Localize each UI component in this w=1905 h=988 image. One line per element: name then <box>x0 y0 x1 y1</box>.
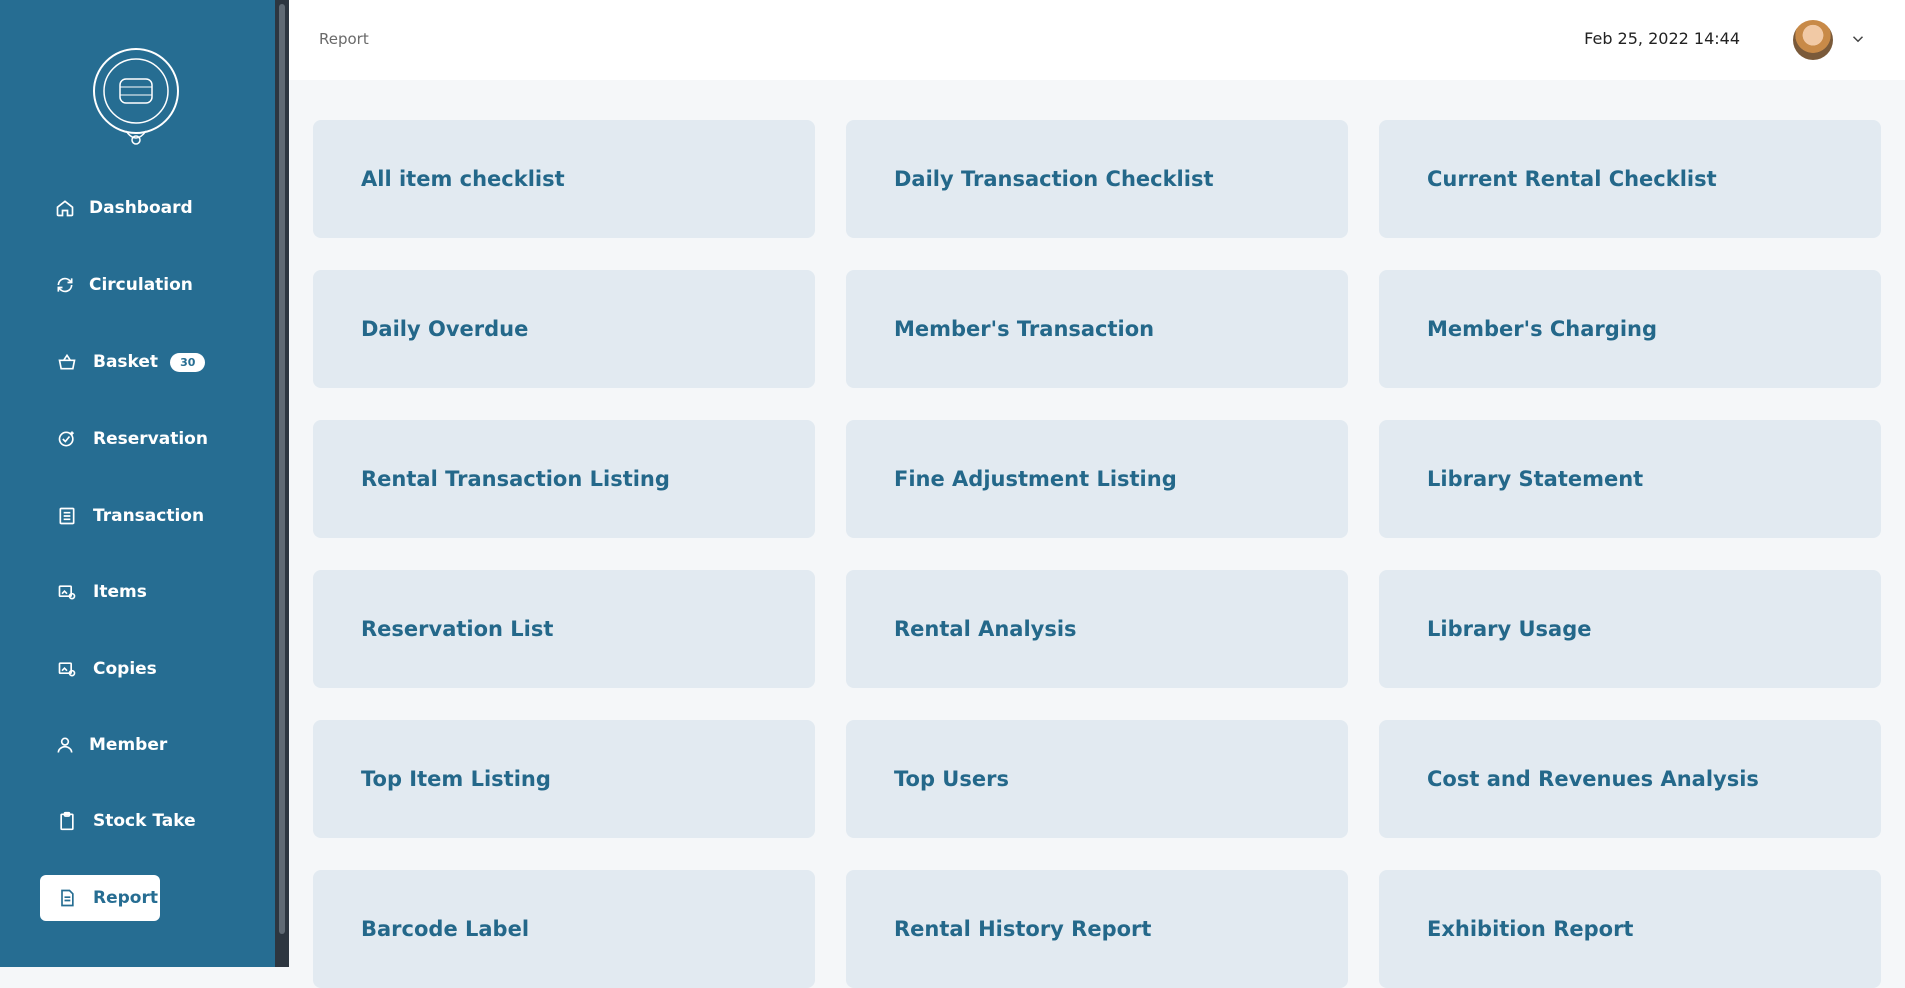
report-card-title: Rental Analysis <box>894 617 1077 641</box>
sidebar-item-copies[interactable]: Copies <box>40 646 160 692</box>
sidebar-item-stock-take[interactable]: Stock Take <box>40 798 210 844</box>
sidebar-item-basket[interactable]: Basket 30 <box>40 339 240 385</box>
chevron-down-icon[interactable] <box>1849 30 1867 48</box>
report-card-members-charging[interactable]: Member's Charging <box>1379 270 1881 388</box>
reservation-icon <box>55 427 79 451</box>
report-card-reservation-list[interactable]: Reservation List <box>313 570 815 688</box>
refresh-icon <box>55 273 75 297</box>
report-card-title: Cost and Revenues Analysis <box>1427 767 1759 791</box>
clipboard-icon <box>55 809 79 833</box>
report-card-library-usage[interactable]: Library Usage <box>1379 570 1881 688</box>
report-card-exhibition-report[interactable]: Exhibition Report <box>1379 870 1881 988</box>
club-logo <box>90 45 182 151</box>
report-card-title: Rental Transaction Listing <box>361 467 670 491</box>
report-card-rental-transaction-listing[interactable]: Rental Transaction Listing <box>313 420 815 538</box>
basket-count-badge: 30 <box>170 352 206 372</box>
report-card-top-item-listing[interactable]: Top Item Listing <box>313 720 815 838</box>
report-card-title: Library Usage <box>1427 617 1592 641</box>
report-card-cost-and-revenues-analysis[interactable]: Cost and Revenues Analysis <box>1379 720 1881 838</box>
sidebar-item-label: Dashboard <box>89 198 193 218</box>
basket-icon <box>55 350 79 374</box>
report-card-title: Member's Charging <box>1427 317 1657 341</box>
report-card-title: Top Users <box>894 767 1009 791</box>
report-card-fine-adjustment-listing[interactable]: Fine Adjustment Listing <box>846 420 1348 538</box>
sidebar-item-member[interactable]: Member <box>40 722 167 768</box>
report-card-title: Exhibition Report <box>1427 917 1634 941</box>
home-icon <box>55 196 75 220</box>
report-card-top-users[interactable]: Top Users <box>846 720 1348 838</box>
document-icon <box>55 886 79 910</box>
report-card-title: Library Statement <box>1427 467 1644 491</box>
list-icon <box>55 504 79 528</box>
sidebar-item-dashboard[interactable]: Dashboard <box>40 185 193 231</box>
sidebar-item-label: Stock Take <box>93 811 196 831</box>
report-card-library-statement[interactable]: Library Statement <box>1379 420 1881 538</box>
report-card-title: Barcode Label <box>361 917 530 941</box>
report-card-title: Fine Adjustment Listing <box>894 467 1177 491</box>
sidebar: Dashboard Circulation Basket 30 Reservat… <box>0 0 275 967</box>
report-grid: All item checklist Daily Transaction Che… <box>313 120 1881 988</box>
report-card-all-item-checklist[interactable]: All item checklist <box>313 120 815 238</box>
report-card-title: Daily Transaction Checklist <box>894 167 1214 191</box>
sidebar-item-label: Report <box>93 888 158 908</box>
report-card-current-rental-checklist[interactable]: Current Rental Checklist <box>1379 120 1881 238</box>
current-datetime: Feb 25, 2022 14:44 <box>1584 29 1740 48</box>
avatar[interactable] <box>1793 20 1833 60</box>
report-card-title: Member's Transaction <box>894 317 1155 341</box>
sidebar-item-circulation[interactable]: Circulation <box>40 262 193 308</box>
sidebar-item-label: Copies <box>93 659 157 679</box>
sidebar-item-label: Items <box>93 582 147 602</box>
sidebar-item-label: Circulation <box>89 275 193 295</box>
sidebar-item-items[interactable]: Items <box>40 569 160 615</box>
report-card-title: Current Rental Checklist <box>1427 167 1717 191</box>
top-header: Report Feb 25, 2022 14:44 <box>289 0 1905 80</box>
report-card-members-transaction[interactable]: Member's Transaction <box>846 270 1348 388</box>
sidebar-item-label: Reservation <box>93 429 208 449</box>
report-card-rental-history-report[interactable]: Rental History Report <box>846 870 1348 988</box>
report-card-title: Reservation List <box>361 617 554 641</box>
user-icon <box>55 733 75 757</box>
copies-settings-icon <box>55 657 79 681</box>
sidebar-item-report[interactable]: Report <box>40 875 160 921</box>
items-settings-icon <box>55 580 79 604</box>
sidebar-item-label: Transaction <box>93 506 205 526</box>
report-card-barcode-label[interactable]: Barcode Label <box>313 870 815 988</box>
report-card-title: Rental History Report <box>894 917 1152 941</box>
sidebar-item-label: Basket <box>93 352 159 372</box>
report-card-title: All item checklist <box>361 167 565 191</box>
report-card-daily-overdue[interactable]: Daily Overdue <box>313 270 815 388</box>
report-card-title: Daily Overdue <box>361 317 529 341</box>
sidebar-scrollbar-thumb[interactable] <box>279 4 285 934</box>
sidebar-item-reservation[interactable]: Reservation <box>40 416 210 462</box>
report-card-title: Top Item Listing <box>361 767 551 791</box>
sidebar-item-transaction[interactable]: Transaction <box>40 493 210 539</box>
sidebar-item-label: Member <box>89 735 168 755</box>
breadcrumb: Report <box>319 30 369 48</box>
report-card-daily-transaction-checklist[interactable]: Daily Transaction Checklist <box>846 120 1348 238</box>
report-card-rental-analysis[interactable]: Rental Analysis <box>846 570 1348 688</box>
